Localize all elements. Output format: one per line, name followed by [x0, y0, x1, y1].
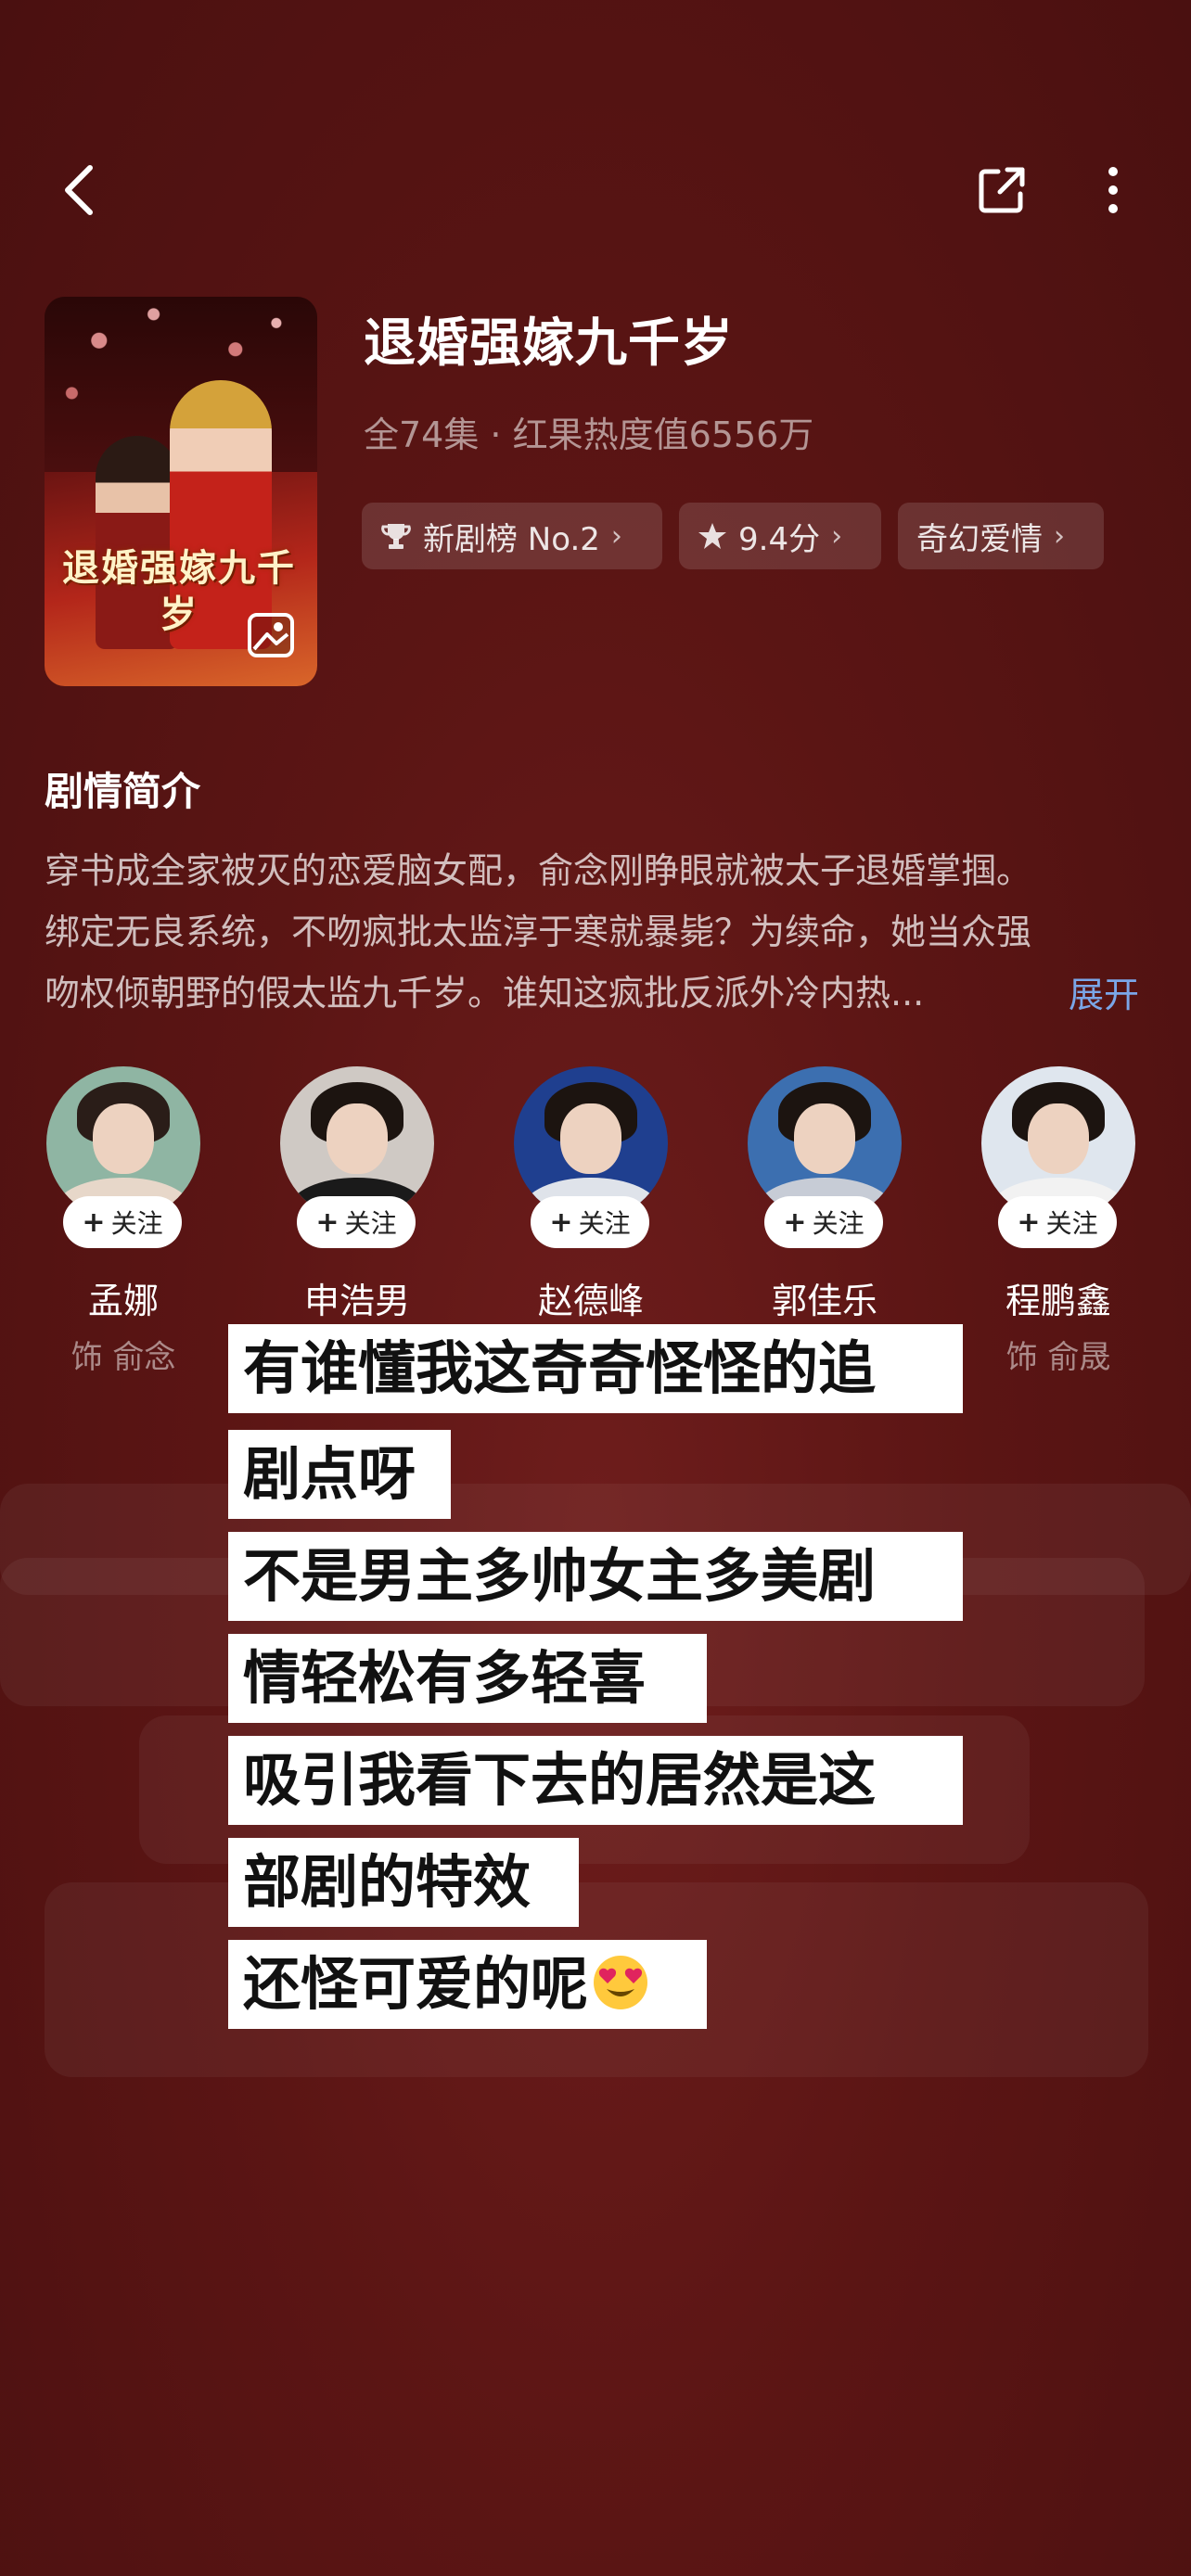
follow-button[interactable]: + 关注 [531, 1196, 649, 1248]
caption-text: 还怪可爱的呢 [243, 1950, 589, 2018]
follow-label: 关注 [110, 1208, 163, 1239]
caption-line: 部剧的特效 [228, 1838, 579, 1927]
chevron-right-icon: › [610, 519, 622, 553]
chevron-right-icon: › [1054, 519, 1065, 553]
drama-title: 退婚强嫁九千岁 [364, 313, 734, 374]
more-vertical-icon [1108, 167, 1118, 213]
synopsis-line: 穿书成全家被灭的恋爱脑女配，俞念刚睁眼就被太子退婚掌掴。 [45, 850, 1032, 891]
follow-button[interactable]: + 关注 [297, 1196, 416, 1248]
cast-member[interactable]: + 关注 孟娜 饰 俞念 [45, 1066, 202, 1376]
rating-tag-label: 9.4分 [738, 520, 821, 558]
cast-member[interactable]: + 关注 申浩男 [278, 1066, 436, 1321]
gallery-icon[interactable] [247, 612, 295, 658]
share-icon [979, 167, 1025, 213]
cast-member[interactable]: + 关注 赵德峰 [512, 1066, 670, 1321]
genre-tag-label: 奇幻爱情 [916, 520, 1043, 558]
cast-name: 郭佳乐 [771, 1281, 877, 1321]
expand-link[interactable]: 展开 [1069, 966, 1139, 1017]
caption-line-last: 还怪可爱的呢 [228, 1940, 707, 2029]
follow-button[interactable]: + 关注 [63, 1196, 182, 1248]
follow-button[interactable]: + 关注 [998, 1196, 1117, 1248]
drama-poster[interactable]: 退婚强嫁九千岁 [45, 297, 317, 686]
caption-line: 不是男主多帅女主多美剧 [228, 1532, 963, 1621]
share-button[interactable] [965, 158, 1039, 223]
ranking-tag-label: 新剧榜 No.2 [423, 520, 600, 558]
ranking-tag[interactable]: 新剧榜 No.2 › [362, 503, 662, 569]
cast-role: 饰 俞念 [70, 1339, 176, 1376]
drama-meta: 全74集 · 红果热度值6556万 [364, 414, 814, 455]
cast-name: 赵德峰 [537, 1281, 644, 1321]
cast-role: 饰 俞晟 [1005, 1339, 1111, 1376]
chevron-right-icon: › [831, 519, 843, 553]
follow-label: 关注 [578, 1208, 631, 1239]
cast-name: 孟娜 [87, 1281, 159, 1321]
plus-icon: + [1017, 1205, 1041, 1239]
plus-icon: + [783, 1205, 807, 1239]
heart-eyes-emoji-icon [594, 1956, 648, 2009]
caption-line: 吸引我看下去的居然是这 [228, 1736, 963, 1825]
follow-label: 关注 [812, 1208, 864, 1239]
caption-line: 剧点呀 [228, 1430, 451, 1519]
plus-icon: + [82, 1205, 106, 1239]
chevron-left-icon [65, 165, 93, 215]
synopsis-heading: 剧情简介 [45, 769, 201, 814]
synopsis-line: 绑定无良系统，不吻疯批太监淳于寒就暴毙？为续命，她当众强 [45, 912, 1032, 952]
more-button[interactable] [1095, 158, 1132, 223]
caption-line: 情轻松有多轻喜 [228, 1634, 707, 1723]
synopsis-text: 穿书成全家被灭的恋爱脑女配，俞念刚睁眼就被太子退婚掌掴。 绑定无良系统，不吻疯批… [45, 840, 1148, 1024]
plus-icon: + [315, 1205, 339, 1239]
back-button[interactable] [46, 158, 111, 223]
cast-name: 申浩男 [303, 1281, 410, 1321]
follow-label: 关注 [1045, 1208, 1098, 1239]
follow-button[interactable]: + 关注 [764, 1196, 883, 1248]
trophy-icon [381, 524, 411, 549]
cast-member[interactable]: + 关注 郭佳乐 [746, 1066, 903, 1321]
cast-name: 程鹏鑫 [1005, 1281, 1111, 1321]
genre-tag[interactable]: 奇幻爱情 › [898, 503, 1104, 569]
synopsis-line: 吻权倾朝野的假太监九千岁。谁知这疯批反派外冷内热... [45, 973, 925, 1014]
plus-icon: + [549, 1205, 573, 1239]
rating-tag[interactable]: 9.4分 › [679, 503, 881, 569]
cast-member[interactable]: + 关注 程鹏鑫 饰 俞晟 [980, 1066, 1137, 1376]
caption-line: 有谁懂我这奇奇怪怪的追 [228, 1324, 963, 1413]
follow-label: 关注 [344, 1208, 397, 1239]
star-icon [698, 523, 726, 549]
